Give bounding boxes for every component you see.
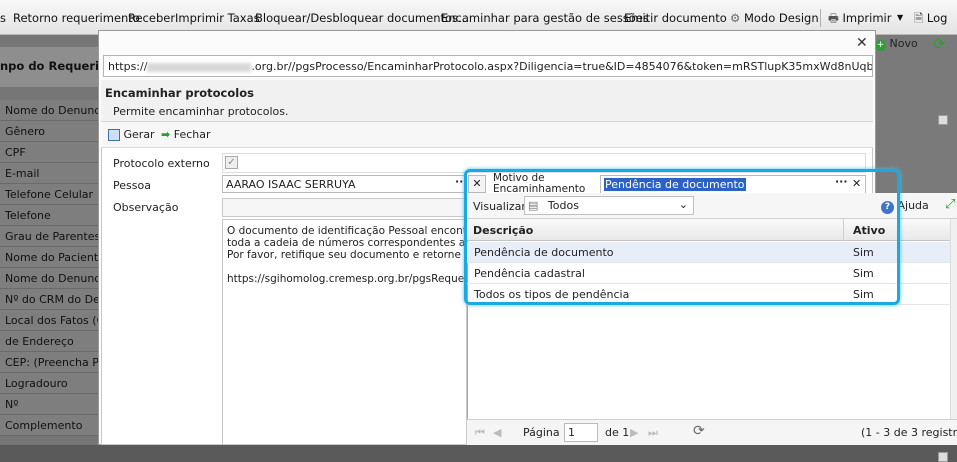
prev-page-icon[interactable]: ◀ (493, 426, 501, 439)
background-row: Nome do Paciente (0, 247, 105, 268)
modo-design-label: Modo Design (743, 11, 819, 25)
background-row-label: Complemento (5, 419, 83, 432)
toolbar-receber[interactable]: Receber (128, 11, 175, 25)
imprimir-button[interactable]: 🖶 Imprimir (828, 11, 891, 30)
background-row: de Endereço (0, 331, 100, 352)
background-row-label: Gênero (5, 125, 46, 138)
background-row-label: Nº do CRM do Den (5, 293, 107, 306)
novo-label: Novo (889, 37, 918, 50)
chevron-down-icon[interactable]: ▼ (897, 13, 903, 22)
observacao-line (227, 261, 462, 273)
form-toolbar: Gerar ➡ Fechar (101, 122, 873, 148)
pessoa-label: Pessoa (113, 179, 151, 192)
expand-icon[interactable]: ⤢ (945, 197, 955, 212)
background-row-label: Nome do Denuncia (5, 272, 111, 285)
log-button[interactable]: 🗎 Log (914, 11, 947, 30)
observacao-line: Por favor, retifique seu documento e ret… (227, 249, 467, 261)
pagina-label: Página (523, 426, 560, 439)
toolbar-bloquear-documentos[interactable]: Bloquear/Desbloquear documentos... (255, 11, 469, 25)
toolbar-divider (820, 9, 821, 27)
background-row: Gênero (0, 121, 100, 142)
fechar-label: Fechar (173, 128, 211, 141)
plus-circle-icon: + (875, 40, 886, 51)
observacao-line: https://sgihomolog.cremesp.org.br/pgsReq… (227, 273, 467, 285)
log-icon: 🗎 (914, 11, 924, 25)
pessoa-field[interactable]: AARAO ISAAC SERRUYA (222, 175, 467, 193)
background-row-label: E-mail (5, 167, 40, 180)
panel-title: Encaminhar protocolos (105, 86, 254, 100)
exit-icon: ➡ (161, 128, 171, 141)
background-row: Local dos Fatos (Cl (0, 310, 107, 331)
background-row: E-mail (0, 163, 100, 184)
panel-header: Encaminhar protocolos Permite encaminhar… (101, 80, 873, 122)
background-row-label: Grau de Parentesco (5, 230, 113, 243)
background-row: CEP: (Preencha Pri (0, 352, 106, 373)
scroll-up-button[interactable] (938, 115, 948, 125)
total-pages-label: de 1 (605, 426, 630, 439)
scroll-down-button[interactable] (938, 452, 948, 462)
refresh-icon[interactable]: ⟳ (933, 35, 946, 53)
observacao-line: toda a cadeia de números correspondentes… (227, 237, 467, 249)
log-label: Log (926, 11, 948, 25)
url-field[interactable]: https:// .org.br//pgsProcesso/EncaminharP… (103, 55, 873, 77)
pager: ⏮ ◀ Página 1 de 1 ▶ ⏭ ⟳ (1 - 3 de 3 regi… (467, 419, 957, 445)
background-row-label: Telefone (5, 209, 51, 222)
background-row-label: Telefone Celular (5, 188, 94, 201)
background-row-label: Local dos Fatos (Cl (5, 314, 108, 327)
next-page-icon[interactable]: ▶ (630, 426, 638, 439)
panel-subtitle: Permite encaminhar protocolos. (113, 105, 289, 118)
background-row: Logradouro (0, 373, 100, 394)
refresh-icon[interactable]: ⟳ (693, 423, 705, 439)
gerar-label: Gerar (123, 128, 155, 141)
background-header: npo do Requerime (0, 47, 119, 87)
observacao-label: Observação (113, 201, 179, 214)
last-page-icon[interactable]: ⏭ (648, 426, 658, 440)
modo-design-button[interactable]: ⚙ Modo Design (730, 11, 819, 25)
page-number-input[interactable]: 1 (564, 423, 598, 442)
toolbar-imprimir-taxas[interactable]: Imprimir Taxas (175, 11, 260, 25)
highlight-box (464, 169, 900, 305)
background-row-label: Nome do Denuncia (5, 104, 111, 117)
background-row: Nome do Denuncia (0, 268, 110, 289)
novo-button[interactable]: + Novo (875, 37, 918, 51)
url-redacted (147, 62, 252, 72)
url-prefix: https:// (108, 60, 148, 73)
gerar-button[interactable]: Gerar (108, 128, 155, 141)
background-row-label: Nº (5, 398, 19, 411)
toolbar-item-s[interactable]: s (0, 11, 6, 25)
observacao-textarea[interactable]: O documento de identificação Pessoal enc… (222, 219, 467, 445)
background-row-label: de Endereço (5, 335, 74, 348)
pessoa-value: AARAO ISAAC SERRUYA (226, 178, 356, 191)
toolbar-encaminhar-gestao[interactable]: Encaminhar para gestão de sessões (441, 11, 649, 25)
observacao-line: O documento de identificação Pessoal enc… (227, 225, 467, 237)
page-number-value: 1 (568, 426, 575, 439)
ajuda-label: Ajuda (897, 199, 929, 212)
background-row-label: Nome do Paciente (5, 251, 105, 264)
imprimir-label: Imprimir (842, 11, 892, 25)
observacao-toolbar (222, 198, 467, 217)
background-row: Grau de Parentesco (0, 226, 113, 247)
gerar-icon (108, 129, 120, 141)
background-row-label: CEP: (Preencha Pri (5, 356, 107, 369)
close-icon[interactable]: ✕ (856, 35, 868, 51)
grid-scrollbar[interactable] (950, 219, 957, 419)
background-row: Nº (0, 394, 100, 415)
background-row: Nº do CRM do Den (0, 289, 107, 310)
fechar-button[interactable]: ➡ Fechar (161, 128, 211, 141)
printer-icon: 🖶 (828, 11, 839, 25)
background-row: Telefone Celular (0, 184, 100, 205)
toolbar-emitir-documento[interactable]: Emitir documento (624, 11, 727, 25)
background-row: CPF (0, 142, 100, 163)
background-row: Telefone (0, 205, 100, 226)
url-rest: .org.br//pgsProcesso/EncaminharProtocolo… (251, 60, 873, 73)
background-row-label: Logradouro (5, 377, 68, 390)
first-page-icon[interactable]: ⏮ (475, 426, 485, 440)
toolbar-retorno-requerimento[interactable]: Retorno requerimento (13, 11, 140, 25)
background-row: Complemento (0, 415, 100, 436)
background-row-label: CPF (5, 146, 26, 159)
protocolo-externo-label: Protocolo externo (113, 157, 210, 170)
records-count: (1 - 3 de 3 registros (861, 426, 957, 439)
background-row: Nome do Denuncia (0, 100, 110, 121)
gear-icon: ⚙ (730, 11, 741, 25)
